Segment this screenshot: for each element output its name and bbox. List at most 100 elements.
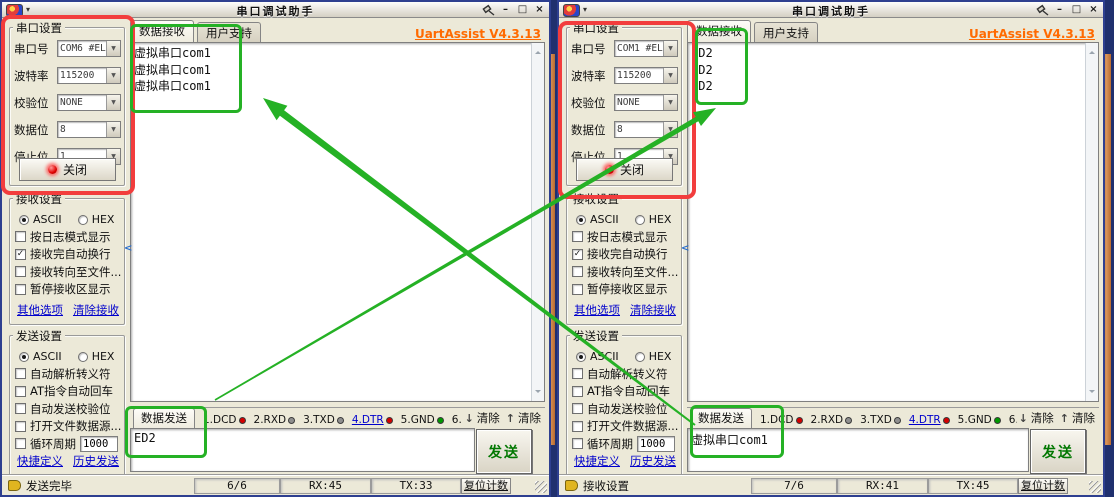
clear-receive-button[interactable]: ↑ 清除 xyxy=(1060,410,1095,426)
radio-ascii[interactable]: ASCII xyxy=(576,213,619,226)
reset-count-button[interactable]: 复位计数 xyxy=(461,478,511,494)
uartassist-version-link[interactable]: UartAssist V4.3.13 xyxy=(415,27,541,41)
checkbox-label: AT指令自动回车 xyxy=(30,383,113,399)
close-window-button[interactable]: × xyxy=(1087,4,1100,16)
option-checkbox[interactable]: 按日志模式显示 xyxy=(15,228,122,246)
minimize-button[interactable]: – xyxy=(499,4,512,16)
action-link[interactable]: 历史发送 xyxy=(73,453,119,469)
signal-indicator: 4.DTR xyxy=(909,414,950,426)
clear-send-button[interactable]: ↓ 清除 xyxy=(1019,410,1054,426)
checkbox-label: 自动解析转义符 xyxy=(587,366,668,382)
option-checkbox[interactable]: ✓接收完自动换行 xyxy=(15,246,122,264)
dtr-toggle-link[interactable]: 4.DTR xyxy=(352,414,384,426)
option-checkbox[interactable]: AT指令自动回车 xyxy=(572,383,679,401)
scroll-down-icon[interactable] xyxy=(535,390,541,396)
option-checkbox[interactable]: 自动解析转义符 xyxy=(15,365,122,383)
cycle-period-input[interactable] xyxy=(637,436,675,452)
resize-grip[interactable] xyxy=(535,481,547,493)
signal-led-icon xyxy=(337,417,344,424)
cycle-period-input[interactable] xyxy=(80,436,118,452)
radio-ascii[interactable]: ASCII xyxy=(19,213,62,226)
receive-line: ED2 xyxy=(691,45,1084,62)
signal-led-icon xyxy=(845,417,852,424)
action-link[interactable]: 快捷定义 xyxy=(17,453,63,469)
signal-indicator: 2.RXD xyxy=(254,414,296,426)
radio-icon xyxy=(635,352,645,362)
radio-label: HEX xyxy=(92,213,115,226)
action-link[interactable]: 其他选项 xyxy=(574,302,620,318)
cycle-period-checkbox[interactable]: 循环周期 ms xyxy=(15,435,122,453)
signal-label: 3.TXD xyxy=(303,414,335,426)
clear-up-arrow-icon: ↑ xyxy=(1060,412,1069,425)
checkbox-icon xyxy=(15,231,26,242)
radio-label: ASCII xyxy=(33,350,62,363)
action-link[interactable]: 清除接收 xyxy=(73,302,119,318)
clear-send-button[interactable]: ↓ 清除 xyxy=(465,410,500,426)
send-button[interactable]: 发送 xyxy=(476,429,532,474)
option-checkbox[interactable]: 打开文件数据源... xyxy=(15,418,122,436)
signal-indicator: 3.TXD xyxy=(303,414,344,426)
option-checkbox[interactable]: 按日志模式显示 xyxy=(572,228,679,246)
scroll-up-icon[interactable] xyxy=(535,48,541,54)
status-message: 发送完毕 xyxy=(26,478,72,494)
radio-hex[interactable]: HEX xyxy=(78,213,115,226)
option-checkbox[interactable]: 接收转向至文件... xyxy=(572,263,679,281)
radio-hex[interactable]: HEX xyxy=(635,213,672,226)
send-button[interactable]: 发送 xyxy=(1030,429,1086,474)
option-checkbox[interactable]: AT指令自动回车 xyxy=(15,383,122,401)
radio-ascii[interactable]: ASCII xyxy=(19,350,62,363)
scroll-down-icon[interactable] xyxy=(1089,390,1095,396)
option-checkbox[interactable]: 打开文件数据源... xyxy=(572,418,679,436)
radio-hex[interactable]: HEX xyxy=(78,350,115,363)
close-window-button[interactable]: × xyxy=(533,4,546,16)
minimize-button[interactable]: – xyxy=(1053,4,1066,16)
annotation-box-right-received xyxy=(695,28,748,105)
option-checkbox[interactable]: ✓接收完自动换行 xyxy=(572,246,679,264)
radio-icon xyxy=(576,215,586,225)
option-checkbox[interactable]: 自动解析转义符 xyxy=(572,365,679,383)
checkbox-icon xyxy=(572,421,583,432)
maximize-button[interactable]: □ xyxy=(516,4,529,16)
scroll-up-icon[interactable] xyxy=(1089,48,1095,54)
uartassist-version-link[interactable]: UartAssist V4.3.13 xyxy=(969,27,1095,41)
signal-label: 2.RXD xyxy=(254,414,287,426)
signal-led-icon xyxy=(796,417,803,424)
pin-icon[interactable] xyxy=(481,4,495,16)
collapse-splitter-icon[interactable]: < xyxy=(681,243,689,254)
receive-line: ED2 xyxy=(691,78,1084,95)
group-title: 发送设置 xyxy=(570,328,622,344)
radio-hex[interactable]: HEX xyxy=(635,350,672,363)
clear-receive-button[interactable]: ↑ 清除 xyxy=(506,410,541,426)
tab-user-support[interactable]: 用户支持 xyxy=(754,22,818,42)
status-packet-counter: 6/6 xyxy=(194,478,280,494)
option-checkbox[interactable]: 自动发送校验位 xyxy=(15,400,122,418)
status-rx-counter: RX:41 xyxy=(837,478,928,494)
receive-scrollbar[interactable] xyxy=(531,43,544,401)
option-checkbox[interactable]: 自动发送校验位 xyxy=(572,400,679,418)
action-link[interactable]: 历史发送 xyxy=(630,453,676,469)
titlebar[interactable]: ▾ 串口调试助手 – □ × xyxy=(559,2,1103,18)
signal-indicator: 2.RXD xyxy=(811,414,853,426)
signal-indicator: 5.GND xyxy=(958,414,1001,426)
receive-scrollbar[interactable] xyxy=(1085,43,1098,401)
option-checkbox[interactable]: 暂停接收区显示 xyxy=(572,281,679,299)
option-checkbox[interactable]: 暂停接收区显示 xyxy=(15,281,122,299)
receive-area[interactable]: ED2ED2ED2 xyxy=(687,42,1099,402)
action-link[interactable]: 其他选项 xyxy=(17,302,63,318)
cycle-period-checkbox[interactable]: 循环周期 ms xyxy=(572,435,679,453)
action-link[interactable]: 清除接收 xyxy=(630,302,676,318)
signal-indicator: 6. xyxy=(1009,414,1017,426)
signal-label: 6. xyxy=(452,414,462,426)
reset-count-button[interactable]: 复位计数 xyxy=(1018,478,1068,494)
pin-icon[interactable] xyxy=(1035,4,1049,16)
checkbox-icon xyxy=(572,266,583,277)
collapse-splitter-icon[interactable]: < xyxy=(124,243,132,254)
resize-grip[interactable] xyxy=(1089,481,1101,493)
radio-ascii[interactable]: ASCII xyxy=(576,350,619,363)
option-checkbox[interactable]: 接收转向至文件... xyxy=(15,263,122,281)
maximize-button[interactable]: □ xyxy=(1070,4,1083,16)
dtr-toggle-link[interactable]: 4.DTR xyxy=(909,414,941,426)
action-link[interactable]: 快捷定义 xyxy=(574,453,620,469)
checkbox-label: AT指令自动回车 xyxy=(587,383,670,399)
checkbox-label: 接收转向至文件... xyxy=(587,264,678,280)
